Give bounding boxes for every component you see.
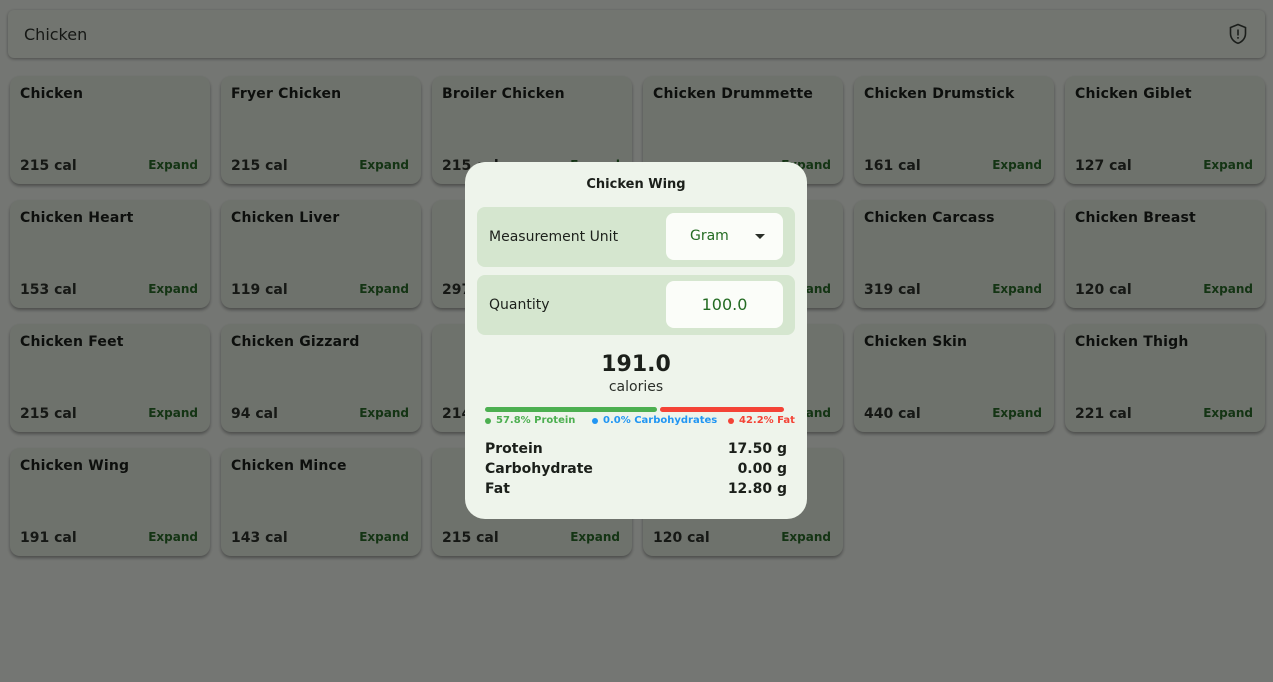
protein-dot-icon xyxy=(485,417,491,424)
unit-value: Gram xyxy=(690,228,729,244)
calories-value: 191.0 xyxy=(601,352,671,377)
nutrient-row-carbohydrate: Carbohydrate 0.00 g xyxy=(485,461,787,479)
nutrient-value: 17.50 g xyxy=(727,441,787,457)
fat-dot-icon xyxy=(728,417,734,424)
nutrient-name: Fat xyxy=(485,481,510,497)
dialog-title: Chicken Wing xyxy=(586,177,686,192)
calories-label: calories xyxy=(608,379,664,395)
protein-legend: 57.8% Protein xyxy=(485,415,575,426)
quantity-label: Quantity xyxy=(489,297,550,313)
carbohydrate-legend-text: 0.0% Carbohydrates xyxy=(603,415,718,426)
protein-legend-text: 57.8% Protein xyxy=(496,415,576,426)
measurement-unit-label: Measurement Unit xyxy=(489,229,619,245)
macro-distribution-bar xyxy=(485,407,787,412)
protein-bar-segment xyxy=(485,407,657,412)
nutrient-value: 12.80 g xyxy=(727,481,787,497)
quantity-row: Quantity xyxy=(477,275,795,335)
fat-bar-segment xyxy=(659,407,784,412)
dropdown-arrow-icon xyxy=(755,234,765,239)
food-detail-dialog: Chicken Wing Measurement Unit Gram Quant… xyxy=(465,162,807,519)
nutrient-row-protein: Protein 17.50 g xyxy=(485,441,787,459)
nutrient-value: 0.00 g xyxy=(737,461,787,477)
measurement-unit-select[interactable]: Gram xyxy=(666,213,783,260)
fat-legend-text: 42.2% Fat xyxy=(739,415,795,426)
nutrient-row-fat: Fat 12.80 g xyxy=(485,481,787,499)
nutrient-name: Protein xyxy=(485,441,543,457)
carbohydrate-legend: 0.0% Carbohydrates xyxy=(592,415,717,426)
carbohydrate-dot-icon xyxy=(592,417,598,424)
nutrient-name: Carbohydrate xyxy=(485,461,593,477)
measurement-unit-row: Measurement Unit Gram xyxy=(477,207,795,267)
quantity-input[interactable] xyxy=(666,281,783,328)
fat-legend: 42.2% Fat xyxy=(728,415,795,426)
